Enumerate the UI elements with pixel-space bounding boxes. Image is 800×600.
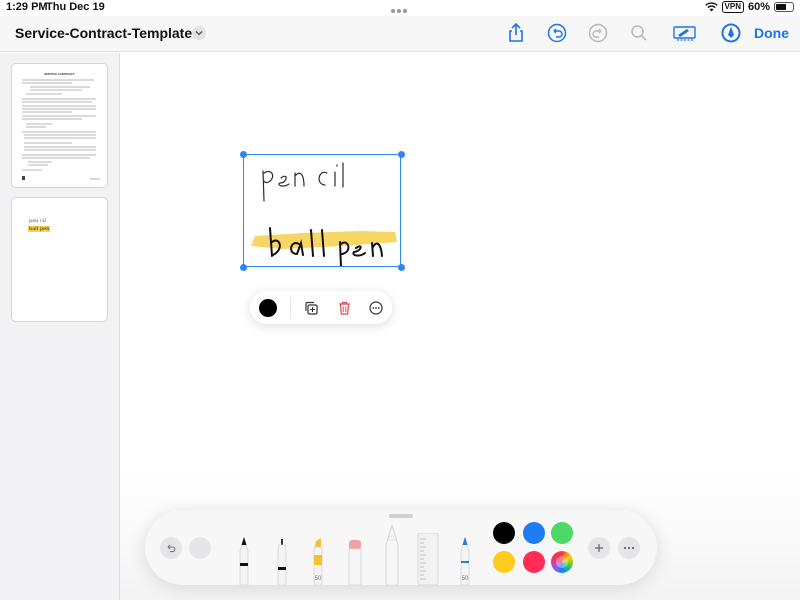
- palette-redo-icon[interactable]: [189, 537, 211, 559]
- resize-handle-top-right[interactable]: [398, 151, 405, 158]
- nav-bar: Service-Contract-Template 2 Done: [0, 16, 800, 52]
- battery-percent: 60%: [747, 1, 770, 13]
- multitasking-dots-icon[interactable]: [391, 4, 409, 13]
- add-tool-icon[interactable]: [588, 537, 610, 559]
- color-wheel-icon[interactable]: [551, 551, 573, 573]
- blue-pen-width-label: 50: [461, 576, 469, 582]
- tool-palette: 50 50: [145, 510, 657, 585]
- current-color-dot: [259, 299, 277, 317]
- redo-icon[interactable]: [588, 23, 608, 43]
- wifi-icon: [704, 2, 718, 12]
- thumbnail-note-pencil: pen cil: [29, 218, 46, 224]
- battery-icon: [774, 2, 794, 12]
- markup-pen-icon[interactable]: [673, 23, 697, 43]
- chevron-down-icon[interactable]: [192, 26, 206, 40]
- ruler-tool[interactable]: [417, 533, 439, 585]
- search-icon[interactable]: [629, 23, 649, 43]
- color-swatch-yellow[interactable]: [493, 551, 515, 573]
- palette-more-icon[interactable]: [618, 537, 640, 559]
- color-swatch-blue[interactable]: [523, 522, 545, 544]
- selection-context-menu: [250, 291, 392, 324]
- resize-handle-top-left[interactable]: [240, 151, 247, 158]
- resize-handle-bottom-right[interactable]: [398, 264, 405, 271]
- lasso-tool[interactable]: [384, 525, 400, 585]
- screen: 1:29 PM Thu Dec 19 VPN 60% Service-Contr…: [0, 0, 800, 600]
- palette-grabber[interactable]: [389, 514, 413, 518]
- color-swatch-button[interactable]: [258, 298, 278, 318]
- document-title[interactable]: Service-Contract-Template 2: [15, 25, 204, 41]
- menu-divider: [290, 297, 291, 318]
- palette-undo-icon[interactable]: [160, 537, 182, 559]
- page-thumbnail-2[interactable]: pen cil ball pen: [12, 198, 107, 321]
- status-bar: 1:29 PM Thu Dec 19 VPN 60%: [0, 0, 800, 16]
- status-right: VPN 60%: [704, 1, 794, 13]
- color-swatch-black[interactable]: [493, 522, 515, 544]
- page-thumbnail-1[interactable]: SERVICE CONTRACT: [12, 64, 107, 187]
- highlighter-opacity-label: 50: [314, 576, 322, 582]
- color-swatch-red[interactable]: [523, 551, 545, 573]
- thumbnail-note-ballpen: ball pen: [28, 226, 51, 232]
- pen-tool[interactable]: [237, 537, 251, 585]
- share-icon[interactable]: [506, 23, 526, 43]
- delete-icon[interactable]: [334, 298, 354, 318]
- duplicate-icon[interactable]: [301, 298, 321, 318]
- page-thumbnail-sidebar: SERVICE CONTRACT pen cil ball pen: [0, 53, 120, 600]
- status-date: Thu Dec 19: [46, 1, 105, 13]
- vpn-badge: VPN: [721, 1, 744, 13]
- status-time: 1:29 PM: [6, 1, 48, 13]
- done-button[interactable]: Done: [754, 25, 789, 41]
- more-icon[interactable]: [366, 298, 386, 318]
- fineliner-tool[interactable]: [275, 537, 289, 585]
- pencil-markup-icon[interactable]: [721, 23, 741, 43]
- selection-box[interactable]: [243, 154, 401, 267]
- document-text-lines: [22, 79, 100, 180]
- eraser-tool[interactable]: [347, 537, 363, 585]
- resize-handle-bottom-left[interactable]: [240, 264, 247, 271]
- color-swatch-green[interactable]: [551, 522, 573, 544]
- undo-icon[interactable]: [547, 23, 567, 43]
